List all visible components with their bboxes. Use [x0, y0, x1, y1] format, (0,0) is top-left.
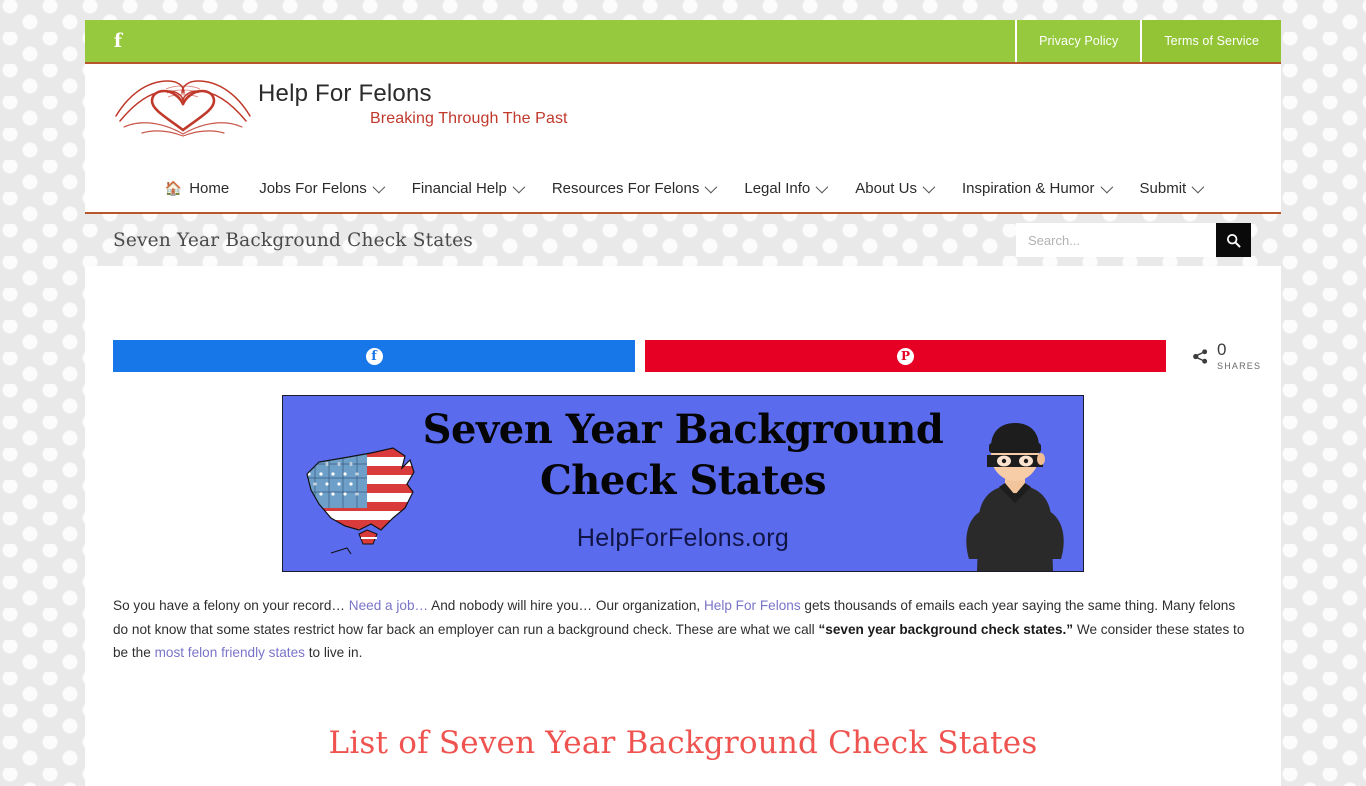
- hands-heart-book-logo-icon: [115, 80, 251, 137]
- pinterest-icon: P: [897, 347, 914, 365]
- share-facebook-button[interactable]: f: [113, 340, 635, 372]
- search-box: [1016, 223, 1251, 257]
- logo-title: Help For Felons: [258, 80, 432, 108]
- search-button[interactable]: [1216, 223, 1251, 257]
- nav-item-legal-info[interactable]: Legal Info: [729, 180, 840, 197]
- most-felon-friendly-states-link[interactable]: most felon friendly states: [155, 645, 305, 660]
- nav-label: Legal Info: [744, 179, 811, 197]
- nav-item-jobs-for-felons[interactable]: Jobs For Felons: [244, 180, 397, 197]
- search-input[interactable]: [1016, 223, 1216, 257]
- nav-item-submit[interactable]: Submit: [1125, 180, 1217, 197]
- terms-of-service-link[interactable]: Terms of Service: [1140, 20, 1281, 62]
- featured-image[interactable]: Seven Year Background Check States HelpF…: [282, 395, 1084, 572]
- nav-item-resources-for-felons[interactable]: Resources For Felons: [537, 180, 730, 197]
- chevron-down-icon: [922, 180, 936, 193]
- chevron-down-icon: [372, 180, 386, 193]
- nav-label: Financial Help: [411, 179, 507, 197]
- help-for-felons-link[interactable]: Help For Felons: [704, 598, 801, 613]
- topbar-social-links: f: [85, 20, 129, 62]
- article-paragraph: So you have a felony on your record… Nee…: [113, 594, 1253, 665]
- copy-text-2: And nobody will hire you… Our organizati…: [428, 598, 704, 613]
- social-share-bar: f P 0 SHARES: [113, 266, 1260, 372]
- share-network-icon: [1193, 348, 1208, 364]
- facebook-icon: f: [365, 347, 383, 365]
- nav-item-financial-help[interactable]: Financial Help: [397, 180, 537, 197]
- page-title: Seven Year Background Check States: [113, 229, 473, 251]
- facebook-icon[interactable]: f: [107, 30, 129, 52]
- logo-tagline: Breaking Through The Past: [370, 109, 568, 127]
- masked-burglar-illustration: [966, 423, 1064, 571]
- article-content: f P 0 SHARES Seven Year Background Check…: [85, 266, 1281, 786]
- need-a-job-link[interactable]: Need a job…: [349, 598, 428, 613]
- share-pinterest-button[interactable]: P: [645, 340, 1166, 372]
- logo-wordmark: Help For Felons Breaking Through The Pas…: [258, 80, 568, 132]
- page-wrapper: f Privacy Policy Terms of Service Help F…: [85, 20, 1281, 786]
- nav-item-about-us[interactable]: About Us: [840, 180, 947, 197]
- nav-label: Inspiration & Humor: [961, 179, 1095, 197]
- chevron-down-icon: [1100, 180, 1113, 193]
- nav-label: Resources For Felons: [551, 179, 700, 197]
- section-heading: List of Seven Year Background Check Stat…: [328, 724, 1038, 761]
- search-icon: [1226, 233, 1241, 247]
- copy-bold-phrase: “seven year background check states.”: [818, 621, 1074, 637]
- chevron-down-icon: [704, 180, 718, 193]
- topbar-link-list: Privacy Policy Terms of Service: [1015, 20, 1281, 62]
- nav-label: Home: [189, 179, 230, 197]
- nav-label: About Us: [855, 179, 917, 197]
- nav-label: Jobs For Felons: [259, 179, 367, 197]
- copy-text-5: to live in.: [304, 645, 363, 660]
- main-navigation: 🏠 Home Jobs For Felons Financial Help Re…: [85, 164, 1281, 214]
- chevron-down-icon: [1191, 180, 1205, 193]
- nav-item-home[interactable]: 🏠 Home: [150, 180, 244, 197]
- site-logo[interactable]: Help For Felons Breaking Through The Pas…: [112, 75, 568, 137]
- share-count-value: 0: [1217, 340, 1227, 359]
- nav-item-inspiration-humor[interactable]: Inspiration & Humor: [947, 180, 1125, 197]
- share-count-label: SHARES: [1217, 361, 1262, 371]
- privacy-policy-link[interactable]: Privacy Policy: [1015, 20, 1140, 62]
- nav-label: Submit: [1139, 179, 1187, 197]
- site-header: Help For Felons Breaking Through The Pas…: [85, 64, 1281, 164]
- chevron-down-icon: [815, 180, 829, 193]
- copy-text-1: So you have a felony on your record…: [113, 598, 349, 613]
- utility-topbar: f Privacy Policy Terms of Service: [85, 20, 1281, 64]
- home-icon: 🏠: [164, 179, 183, 196]
- share-count-group[interactable]: 0 SHARES: [1192, 341, 1261, 371]
- usa-flag-map-illustration: [306, 447, 415, 555]
- page-title-bar: Seven Year Background Check States: [85, 214, 1281, 266]
- chevron-down-icon: [512, 180, 526, 193]
